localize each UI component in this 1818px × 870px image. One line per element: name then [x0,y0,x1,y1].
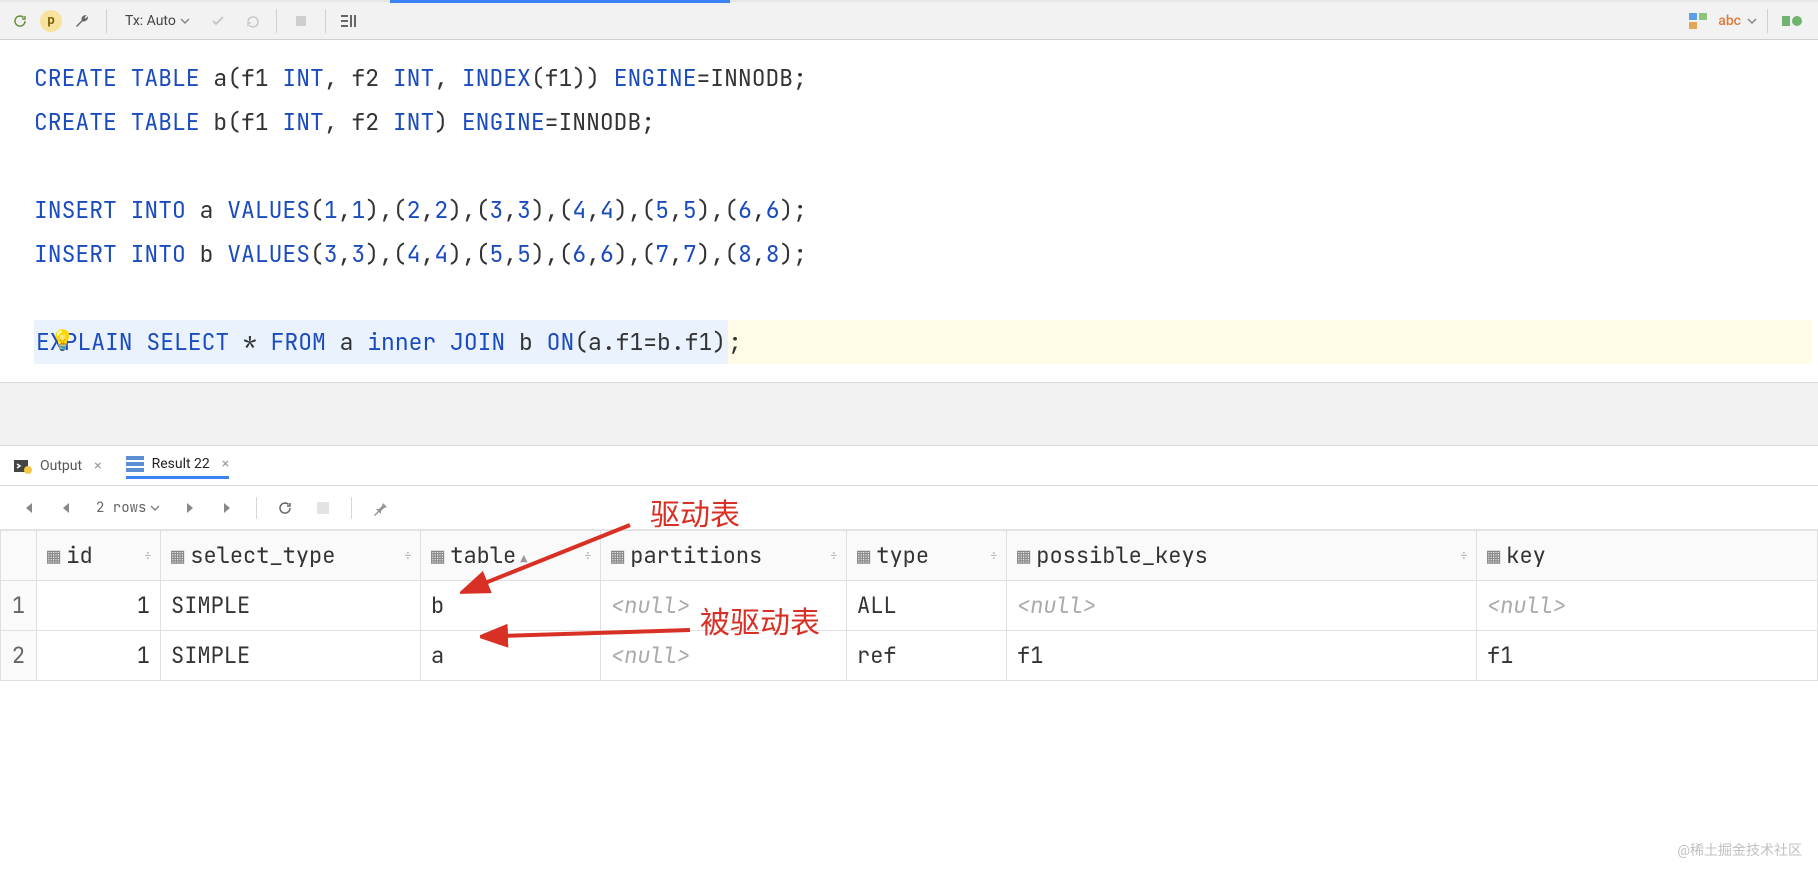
results-table: ▦id÷ ▦select_type÷ ▦table▲÷ ▦partitions÷… [0,530,1818,681]
wrench-icon[interactable] [68,7,96,35]
reload-icon[interactable] [271,494,299,522]
cell[interactable]: <null> [1477,581,1818,631]
sql-line: INSERT INTO b VALUES(3,3),(4,4),(5,5),(6… [34,232,1812,276]
layout-icon[interactable] [1684,7,1712,35]
table-row[interactable]: 2 1 SIMPLE a <null> ref f1 f1 [1,631,1818,681]
stop-icon [309,494,337,522]
rows-count-dropdown[interactable]: 2 rows [90,499,166,517]
cell[interactable]: ALL [847,581,1007,631]
sql-toolbar: p Tx: Auto abc [0,0,1818,40]
row-number: 1 [1,581,37,631]
col-select-type[interactable]: ▦select_type÷ [161,531,421,581]
close-icon[interactable]: × [94,458,101,474]
cell[interactable]: <null> [1007,581,1477,631]
last-page-icon[interactable] [214,494,242,522]
sql-line: CREATE TABLE a(f1 INT, f2 INT, INDEX(f1)… [34,56,1812,100]
tx-mode-dropdown[interactable]: Tx: Auto [117,7,198,35]
cell[interactable]: SIMPLE [161,581,421,631]
table-row[interactable]: 1 1 SIMPLE b <null> ALL <null> <null> [1,581,1818,631]
watermark: @稀土掘金技术社区 [1677,840,1802,860]
tab-output[interactable]: Output × [14,454,102,478]
refresh-icon[interactable] [6,7,34,35]
cell[interactable]: 1 [37,631,161,681]
panel-splitter[interactable] [0,382,1818,446]
commit-icon [204,7,232,35]
cell[interactable]: SIMPLE [161,631,421,681]
encoding-label[interactable]: abc [1718,13,1741,29]
sql-line-highlighted: EXPLAIN SELECT * FROM a inner JOIN b ON(… [34,320,1812,364]
result-tabs: Output × Result 22 × [0,446,1818,486]
cell[interactable]: a [421,631,601,681]
tab-result[interactable]: Result 22 × [126,452,230,479]
lightbulb-icon[interactable]: 💡 [50,328,75,352]
cell[interactable]: <null> [601,581,847,631]
col-table[interactable]: ▦table▲÷ [421,531,601,581]
sql-line: INSERT INTO a VALUES(1,1),(2,2),(3,3),(4… [34,188,1812,232]
active-tab-indicator [390,0,730,3]
sql-editor[interactable]: CREATE TABLE a(f1 INT, f2 INT, INDEX(f1)… [0,40,1818,382]
table-header-row: ▦id÷ ▦select_type÷ ▦table▲÷ ▦partitions÷… [1,531,1818,581]
stop-icon [287,7,315,35]
tx-mode-label: Tx: Auto [125,13,176,29]
col-id[interactable]: ▦id÷ [37,531,161,581]
chevron-down-icon[interactable] [1747,16,1757,26]
cell[interactable]: f1 [1007,631,1477,681]
cell[interactable]: <null> [601,631,847,681]
col-type[interactable]: ▦type÷ [847,531,1007,581]
settings-toggle-icon[interactable] [1778,7,1806,35]
rows-count-label: 2 rows [96,499,146,517]
next-page-icon[interactable] [176,494,204,522]
rollback-icon [238,7,266,35]
tab-output-label: Output [40,458,82,474]
explain-plan-icon[interactable] [336,7,364,35]
cell[interactable]: 1 [37,581,161,631]
pin-icon[interactable] [366,494,394,522]
col-key[interactable]: ▦key [1477,531,1818,581]
cell[interactable]: ref [847,631,1007,681]
results-toolbar: 2 rows [0,486,1818,530]
first-page-icon[interactable] [14,494,42,522]
col-partitions[interactable]: ▦partitions÷ [601,531,847,581]
schema-badge[interactable]: p [40,10,62,32]
tab-result-label: Result 22 [152,456,210,472]
col-possible-keys[interactable]: ▦possible_keys÷ [1007,531,1477,581]
close-icon[interactable]: × [222,456,229,472]
cell[interactable]: f1 [1477,631,1818,681]
row-number: 2 [1,631,37,681]
sql-line: CREATE TABLE b(f1 INT, f2 INT) ENGINE=IN… [34,100,1812,144]
prev-page-icon[interactable] [52,494,80,522]
rownum-header[interactable] [1,531,37,581]
cell[interactable]: b [421,581,601,631]
